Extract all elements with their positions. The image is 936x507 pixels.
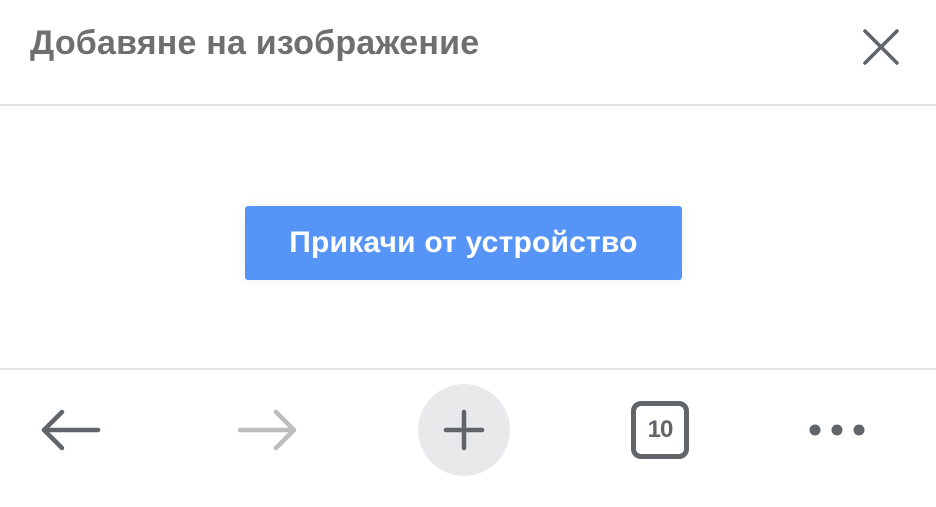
forward-button[interactable]	[221, 384, 313, 476]
tab-count: 10	[647, 416, 674, 443]
tab-count-icon: 10	[631, 401, 689, 459]
menu-button[interactable]	[791, 384, 883, 476]
dialog-title: Добавяне на изображение	[30, 24, 480, 62]
new-tab-button[interactable]	[418, 384, 510, 476]
bottom-toolbar: 10	[0, 368, 936, 507]
add-image-screen: Добавяне на изображение Прикачи от устро…	[0, 0, 936, 507]
close-button[interactable]	[856, 22, 906, 72]
tab-switcher-button[interactable]: 10	[614, 384, 706, 476]
upload-from-device-button[interactable]: Прикачи от устройство	[245, 206, 682, 280]
close-icon	[863, 29, 899, 65]
back-button[interactable]	[25, 384, 117, 476]
new-tab-circle	[418, 384, 510, 476]
dialog-content: Прикачи от устройство	[0, 106, 936, 368]
forward-arrow-icon	[237, 409, 297, 451]
back-arrow-icon	[41, 409, 101, 451]
plus-icon	[443, 409, 485, 451]
dialog-header: Добавяне на изображение	[0, 0, 936, 106]
more-dots-icon	[809, 424, 865, 436]
